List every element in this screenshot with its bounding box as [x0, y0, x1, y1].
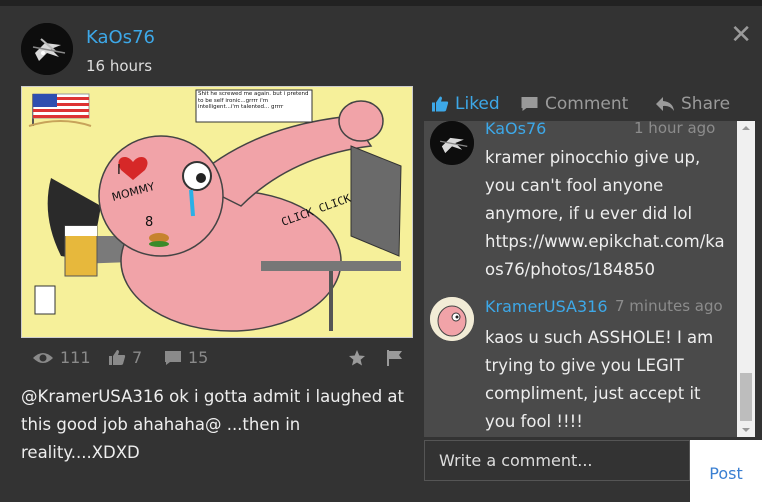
avatar-image — [21, 23, 73, 75]
comments-scrollbar[interactable] — [737, 121, 755, 437]
scrollbar-thumb[interactable] — [740, 373, 752, 421]
comment-label: Comment — [545, 94, 629, 114]
favorite-button[interactable] — [348, 349, 366, 367]
comment-input-box[interactable] — [424, 440, 690, 481]
comment-author[interactable]: KaOs76 — [485, 121, 546, 138]
tattoo-i: I — [117, 163, 121, 178]
comment-item: KramerUSA316 7 minutes ago kaos u such A… — [424, 294, 737, 434]
liked-label: Liked — [455, 94, 500, 114]
speech-bubble-text: Shit he screwed me again. but i pretend … — [198, 91, 309, 110]
views-stat: 111 — [32, 348, 91, 367]
eye-icon — [33, 352, 53, 363]
comment-bubble-icon — [165, 350, 181, 365]
comment-item: KaOs76 1 hour ago kramer pinocchio give … — [424, 121, 737, 291]
share-label: Share — [681, 94, 731, 114]
comment-avatar[interactable] — [430, 297, 474, 341]
post-author[interactable]: KaOs76 — [86, 27, 155, 48]
post-stats: 111 7 15 — [30, 348, 410, 370]
comment-bubble-icon — [521, 97, 538, 111]
comment-time: 7 minutes ago — [615, 297, 723, 315]
avatar[interactable] — [21, 23, 73, 75]
comments-list[interactable]: KaOs76 1 hour ago kramer pinocchio give … — [424, 121, 737, 437]
views-count: 111 — [60, 348, 91, 367]
comment-button[interactable]: Comment — [520, 94, 628, 114]
comment-author[interactable]: KramerUSA316 — [485, 297, 608, 316]
tattoo-number: 8 — [145, 215, 153, 230]
avatar-image — [430, 121, 474, 165]
comment-time: 1 hour ago — [634, 121, 716, 137]
share-button[interactable]: Share — [655, 94, 730, 114]
thumbs-up-icon — [109, 350, 126, 365]
flag-icon — [387, 350, 402, 366]
avatar-image — [430, 297, 474, 341]
comment-text: kaos u such ASSHOLE! I am trying to give… — [485, 328, 714, 431]
comment-input[interactable] — [425, 441, 689, 480]
scroll-up-icon[interactable] — [737, 123, 755, 133]
comments-count: 15 — [188, 348, 209, 367]
comments-stat[interactable]: 15 — [164, 348, 208, 367]
post-time: 16 hours — [86, 57, 153, 75]
post-caption: @KramerUSA316 ok i gotta admit i laughed… — [21, 387, 405, 462]
thumbs-up-icon — [432, 96, 449, 112]
likes-stat[interactable]: 7 — [108, 348, 142, 367]
liked-button[interactable]: Liked — [431, 94, 500, 114]
close-icon[interactable]: ✕ — [730, 22, 752, 48]
share-arrow-icon — [656, 97, 674, 111]
photo-modal: ✕ KaOs76 16 hours I MOMMY 8 CLICK CLICK … — [0, 0, 762, 502]
star-icon — [349, 350, 365, 366]
post-photo[interactable]: I MOMMY 8 CLICK CLICK Shit he screwed me… — [21, 86, 413, 338]
likes-count: 7 — [132, 348, 143, 367]
post-button[interactable]: Post — [690, 440, 762, 502]
scroll-down-icon[interactable] — [737, 425, 755, 435]
comic-drawing: I MOMMY 8 CLICK CLICK Shit he screwed me… — [21, 86, 413, 338]
comment-text: kramer pinocchio give up, you can't fool… — [485, 148, 725, 279]
action-bar: Liked Comment Share — [431, 94, 761, 118]
top-strip — [0, 0, 762, 6]
comment-avatar[interactable] — [430, 121, 474, 165]
report-button[interactable] — [386, 349, 404, 367]
